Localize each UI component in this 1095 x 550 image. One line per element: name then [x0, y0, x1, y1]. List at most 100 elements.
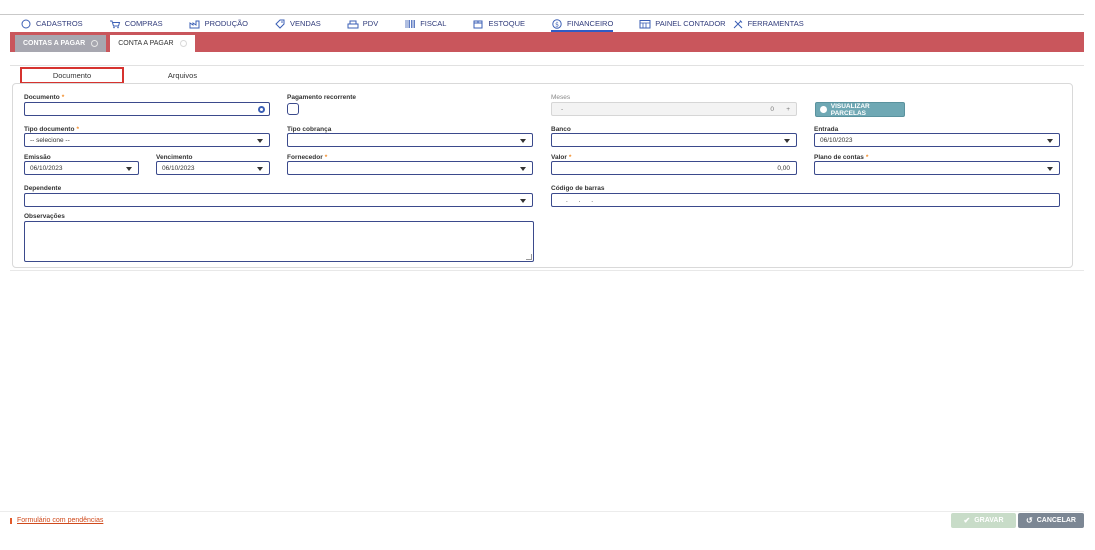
- chevron-down-icon: [257, 139, 263, 143]
- nav-label: VENDAS: [289, 19, 321, 28]
- observacoes-label: Observações: [24, 213, 65, 220]
- codigo-barras-input[interactable]: . . .: [551, 193, 1060, 207]
- fornecedor-select[interactable]: [287, 161, 533, 175]
- fornecedor-label: Fornecedor *: [287, 154, 328, 161]
- meses-increment: +: [786, 105, 790, 113]
- dependente-select[interactable]: [24, 193, 533, 207]
- factory-icon: [189, 20, 200, 28]
- chevron-down-icon: [784, 139, 790, 143]
- cart-icon: [109, 20, 120, 28]
- box-icon: [473, 20, 483, 28]
- dollar-icon: $: [552, 18, 562, 29]
- calendar-icon: [639, 19, 651, 28]
- meses-label: Meses: [551, 94, 571, 101]
- valor-input[interactable]: 0,00: [551, 161, 797, 175]
- page-tab-bar: CONTAS A PAGAR CONTA A PAGAR: [10, 32, 1084, 52]
- tab-label: CONTA A PAGAR: [118, 40, 174, 47]
- pagamento-recorrente-label: Pagamento recorrente: [287, 94, 356, 101]
- divider: [10, 270, 1084, 271]
- nav-painel-contador[interactable]: PAINEL CONTADOR: [639, 15, 726, 32]
- entrada-label: Entrada: [814, 126, 839, 133]
- visualizar-parcelas-button[interactable]: VISUALIZAR PARCELAS: [815, 102, 905, 117]
- tipo-documento-label: Tipo documento *: [24, 126, 79, 133]
- meses-decrement: -: [561, 105, 564, 113]
- observacoes-textarea[interactable]: [24, 221, 534, 262]
- tab-arquivos[interactable]: Arquivos: [140, 67, 225, 84]
- plus-circle-icon: [820, 106, 827, 113]
- nav-fiscal[interactable]: FISCAL: [404, 15, 446, 32]
- chevron-down-icon: [257, 167, 263, 171]
- close-icon[interactable]: [91, 40, 99, 47]
- nav-label: ESTOQUE: [488, 19, 526, 28]
- tipo-documento-select[interactable]: -- selecione --: [24, 133, 270, 147]
- nav-label: FERRAMENTAS: [747, 19, 804, 28]
- nav-label: PDV: [362, 19, 379, 28]
- footer-divider: [0, 511, 1084, 512]
- inner-tabs: Documento Arquivos: [10, 65, 1084, 84]
- entrada-date[interactable]: 06/10/2023: [814, 133, 1060, 147]
- settings-icon[interactable]: [258, 106, 265, 113]
- nav-label: PAINEL CONTADOR: [655, 19, 726, 28]
- chevron-down-icon: [520, 199, 526, 203]
- nav-compras[interactable]: COMPRAS: [109, 15, 163, 32]
- gravar-label: GRAVAR: [974, 517, 1004, 524]
- tools-icon: [733, 19, 742, 28]
- nav-label: CADASTROS: [36, 19, 83, 28]
- chevron-down-icon: [126, 167, 132, 171]
- flag-icon: [10, 517, 12, 524]
- nav-label: FISCAL: [420, 19, 447, 28]
- close-icon[interactable]: [179, 40, 187, 47]
- gravar-button[interactable]: ✔ GRAVAR: [951, 513, 1016, 528]
- register-icon: [347, 20, 359, 28]
- documento-input[interactable]: [24, 102, 270, 116]
- nav-vendas[interactable]: VENDAS: [274, 15, 321, 32]
- chevron-down-icon: [520, 167, 526, 171]
- meses-value: 0: [770, 105, 774, 113]
- vencimento-label: Vencimento: [156, 154, 193, 161]
- documento-label: Documento *: [24, 94, 65, 101]
- tab-documento[interactable]: Documento: [20, 67, 124, 84]
- vencimento-date[interactable]: 06/10/2023: [156, 161, 270, 175]
- circle-icon: [21, 19, 31, 28]
- resize-handle[interactable]: [526, 254, 532, 260]
- tipo-cobranca-select[interactable]: [287, 133, 533, 147]
- chevron-down-icon: [1047, 139, 1053, 143]
- meses-stepper: - 0 +: [551, 102, 797, 116]
- nav-ferramentas[interactable]: FERRAMENTAS: [732, 15, 804, 32]
- banco-label: Banco: [551, 126, 571, 133]
- svg-text:$: $: [555, 21, 559, 28]
- cancelar-label: CANCELAR: [1036, 517, 1076, 524]
- top-nav: CADASTROS COMPRAS PRODUÇÃO VENDAS PDV FI…: [0, 14, 1084, 32]
- banco-select[interactable]: [551, 133, 797, 147]
- nav-label: COMPRAS: [124, 19, 163, 28]
- check-circle-icon: ✔: [963, 516, 971, 525]
- emissao-date[interactable]: 06/10/2023: [24, 161, 139, 175]
- plano-contas-label: Plano de contas *: [814, 154, 869, 161]
- nav-producao[interactable]: PRODUÇÃO: [189, 15, 248, 32]
- nav-pdv[interactable]: PDV: [347, 15, 378, 32]
- pending-text: Formulário com pendências: [17, 517, 104, 524]
- valor-label: Valor *: [551, 154, 572, 161]
- nav-label: PRODUÇÃO: [204, 19, 248, 28]
- tag-icon: [275, 19, 285, 29]
- nav-financeiro[interactable]: $ FINANCEIRO: [551, 15, 614, 32]
- dependente-label: Dependente: [24, 185, 62, 192]
- codigo-barras-label: Código de barras: [551, 185, 605, 192]
- tab-conta-a-pagar[interactable]: CONTA A PAGAR: [110, 35, 195, 52]
- plano-contas-select[interactable]: [814, 161, 1060, 175]
- barcode-icon: [405, 19, 416, 28]
- tab-label: CONTAS A PAGAR: [23, 40, 86, 47]
- nav-label: FINANCEIRO: [567, 19, 614, 28]
- pagamento-recorrente-checkbox[interactable]: [287, 103, 299, 115]
- nav-estoque[interactable]: ESTOQUE: [472, 15, 525, 32]
- cancelar-button[interactable]: ↺ CANCELAR: [1018, 513, 1084, 528]
- undo-icon: ↺: [1026, 516, 1033, 525]
- pending-link[interactable]: Formulário com pendências: [10, 517, 103, 524]
- nav-cadastros[interactable]: CADASTROS: [20, 15, 83, 32]
- chevron-down-icon: [520, 139, 526, 143]
- tipo-cobranca-label: Tipo cobrança: [287, 126, 332, 133]
- chevron-down-icon: [1047, 167, 1053, 171]
- tab-contas-a-pagar[interactable]: CONTAS A PAGAR: [15, 35, 107, 52]
- emissao-label: Emissão: [24, 154, 51, 161]
- visualizar-parcelas-label: VISUALIZAR PARCELAS: [830, 102, 870, 117]
